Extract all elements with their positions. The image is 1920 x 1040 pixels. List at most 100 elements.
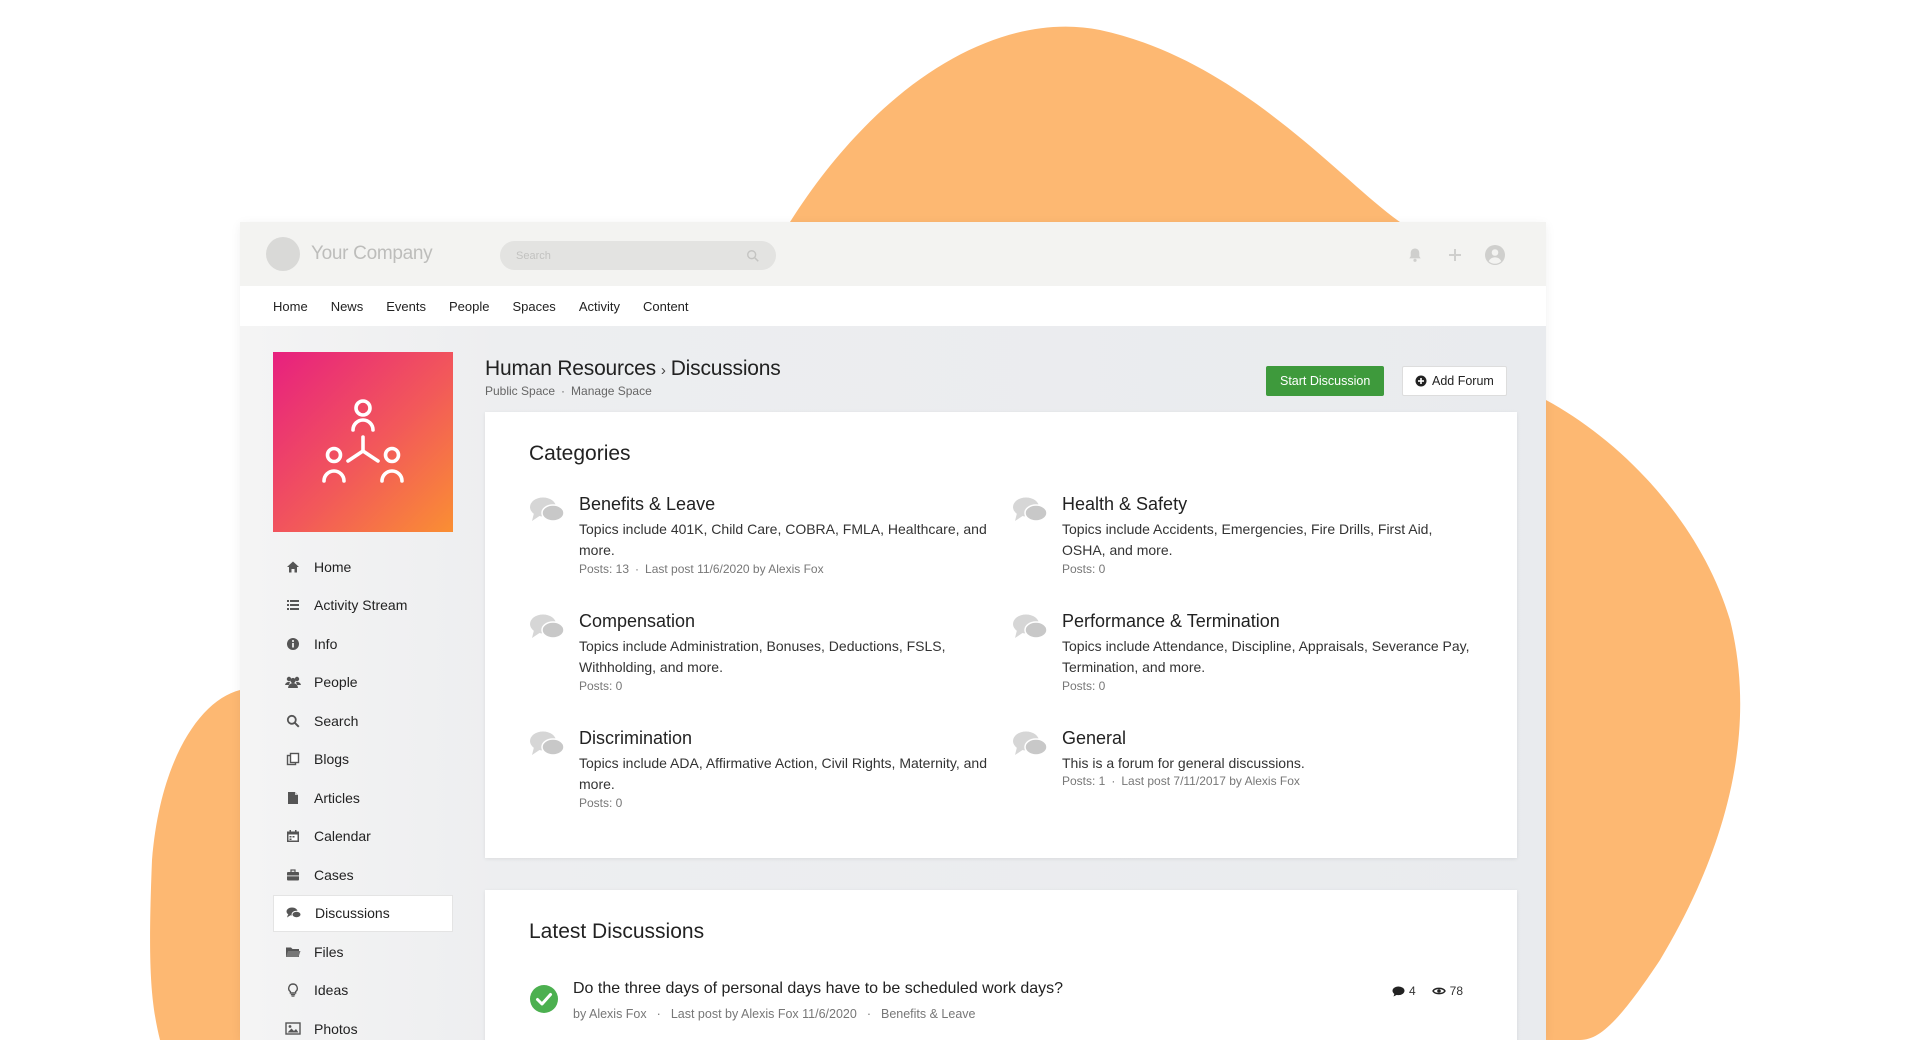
category-meta: Posts: 0: [1062, 679, 1105, 693]
category-item[interactable]: Health & Safety Topics include Accidents…: [1012, 494, 1452, 584]
category-name[interactable]: Benefits & Leave: [579, 494, 715, 515]
category-description: Topics include ADA, Affirmative Action, …: [579, 755, 987, 792]
list-icon: [285, 597, 301, 613]
post-count: Posts: 1: [1062, 774, 1106, 788]
sidebar-item-label: Home: [314, 558, 352, 575]
category-meta: Posts: 1 · Last post 7/11/2017 by Alexis F…: [1062, 774, 1300, 788]
category-item[interactable]: Discrimination Topics include ADA, Affir…: [529, 728, 987, 818]
category-name[interactable]: Health & Safety: [1062, 494, 1187, 515]
post-count: Posts: 0: [579, 796, 623, 810]
post-count: Posts: 0: [579, 679, 623, 693]
sidebar-item-ideas[interactable]: Ideas: [273, 972, 453, 1009]
sidebar-item-label: Ideas: [314, 982, 349, 998]
article-icon: [285, 790, 301, 806]
sidebar-item-label: Photos: [314, 1020, 358, 1037]
home-icon: [285, 559, 301, 575]
category-item[interactable]: Performance & Termination Topics include…: [1012, 611, 1470, 701]
category-item[interactable]: Compensation Topics include Administrati…: [529, 611, 969, 701]
page-title: Human Resources › Discussions: [485, 357, 781, 381]
sidebar-item-articles[interactable]: Articles: [273, 779, 453, 816]
top-bar: Your Company: [240, 222, 1546, 286]
sidebar-item-label: Blogs: [314, 751, 350, 767]
sidebar-item-activity-stream[interactable]: Activity Stream: [273, 587, 453, 624]
discussion-meta: by Alexis Fox · Last post by Alexis Fox 11…: [573, 1007, 976, 1021]
view-count-value: 78: [1449, 984, 1463, 998]
sidebar-item-photos[interactable]: Photos: [273, 1010, 453, 1040]
breadcrumb-separator: ›: [660, 362, 666, 379]
discussion-bubble-icon: [1013, 614, 1048, 639]
team-icon: [322, 399, 404, 483]
nav-activity[interactable]: Activity: [579, 299, 620, 314]
category-name[interactable]: Compensation: [579, 611, 695, 632]
nav-news[interactable]: News: [331, 299, 364, 314]
plus-icon[interactable]: [1444, 244, 1466, 266]
sidebar-item-people[interactable]: People: [273, 664, 453, 701]
latest-discussions-card: Latest Discussions Do the three days of …: [485, 890, 1517, 1040]
sidebar-item-info[interactable]: Info: [273, 625, 453, 662]
discussion-bubble-icon: [1013, 731, 1048, 756]
category-name[interactable]: Discrimination: [579, 728, 692, 749]
add-forum-label: Add Forum: [1432, 374, 1494, 388]
main-nav: Home News Events People Spaces Activity …: [240, 286, 1546, 326]
people-icon: [285, 674, 301, 690]
eye-icon: [1431, 987, 1446, 995]
search-input[interactable]: [516, 249, 746, 262]
nav-home[interactable]: Home: [273, 299, 308, 314]
sidebar-item-cases[interactable]: Cases: [273, 856, 453, 893]
comment-icon: [1392, 986, 1405, 996]
category-name[interactable]: Performance & Termination: [1062, 611, 1280, 632]
answered-check-icon: [530, 985, 558, 1013]
sidebar-item-label: People: [314, 674, 358, 690]
add-forum-button[interactable]: Add Forum: [1402, 366, 1507, 396]
sidebar-item-files[interactable]: Files: [273, 933, 453, 970]
nav-spaces[interactable]: Spaces: [512, 299, 555, 314]
manage-space-link[interactable]: Manage Space: [571, 384, 652, 398]
search-icon: [285, 713, 301, 729]
sidebar-item-home[interactable]: Home: [273, 548, 453, 585]
category-description: Topics include Accidents, Emergencies, F…: [1062, 521, 1433, 558]
discussion-last-post[interactable]: Last post by Alexis Fox 11/6/2020: [671, 1007, 857, 1021]
last-post[interactable]: Last post 11/6/2020 by Alexis Fox: [645, 562, 824, 576]
lightbulb-icon: [285, 982, 301, 998]
chat-icon: [286, 905, 302, 921]
category-item[interactable]: General This is a forum for general disc…: [1012, 728, 1452, 818]
info-icon: [285, 636, 301, 652]
company-logo[interactable]: [266, 237, 300, 271]
sidebar-item-discussions[interactable]: Discussions: [273, 894, 453, 932]
nav-content[interactable]: Content: [643, 299, 689, 314]
search-icon[interactable]: [746, 249, 760, 263]
bell-icon[interactable]: [1404, 244, 1426, 266]
sidebar-item-label: Articles: [314, 789, 360, 806]
last-post[interactable]: Last post 7/11/2017 by Alexis Fox: [1121, 774, 1300, 788]
discussion-bubble-icon: [530, 614, 565, 639]
category-description: Topics include Attendance, Discipline, A…: [1062, 638, 1470, 675]
visibility-label: Public Space: [485, 384, 556, 398]
post-count: Posts: 0: [1062, 679, 1106, 693]
discussion-author[interactable]: by Alexis Fox: [573, 1007, 647, 1021]
sidebar-item-label: Calendar: [314, 828, 371, 844]
sidebar-item-label: Cases: [314, 866, 354, 883]
discussion-category[interactable]: Benefits & Leave: [881, 1007, 976, 1021]
user-circle-icon[interactable]: [1484, 244, 1506, 266]
sidebar-item-label: Files: [314, 943, 344, 960]
sidebar-item-label: Discussions: [315, 905, 390, 921]
top-icons: [1404, 244, 1506, 266]
category-name[interactable]: General: [1062, 728, 1126, 749]
sidebar-item-calendar[interactable]: Calendar: [273, 818, 453, 855]
breadcrumb-space[interactable]: Human Resources: [485, 357, 656, 380]
start-discussion-button[interactable]: Start Discussion: [1266, 366, 1385, 396]
category-item[interactable]: Benefits & Leave Topics include 401K, Ch…: [529, 494, 987, 584]
category-description: Topics include 401K, Child Care, COBRA, …: [579, 521, 987, 558]
company-name[interactable]: Your Company: [311, 243, 433, 265]
breadcrumb-page: Discussions: [670, 357, 781, 380]
briefcase-icon: [285, 867, 301, 883]
nav-events[interactable]: Events: [386, 299, 426, 314]
discussion-bubble-icon: [1013, 497, 1048, 522]
discussion-row[interactable]: Do the three days of personal days have …: [529, 980, 1473, 1040]
discussion-bubble-icon: [530, 497, 565, 522]
sidebar-item-blogs[interactable]: Blogs: [273, 741, 453, 778]
sidebar-item-search[interactable]: Search: [273, 702, 453, 739]
discussion-title[interactable]: Do the three days of personal days have …: [573, 980, 1063, 998]
comment-count-value: 4: [1408, 984, 1416, 998]
nav-people[interactable]: People: [449, 299, 489, 314]
